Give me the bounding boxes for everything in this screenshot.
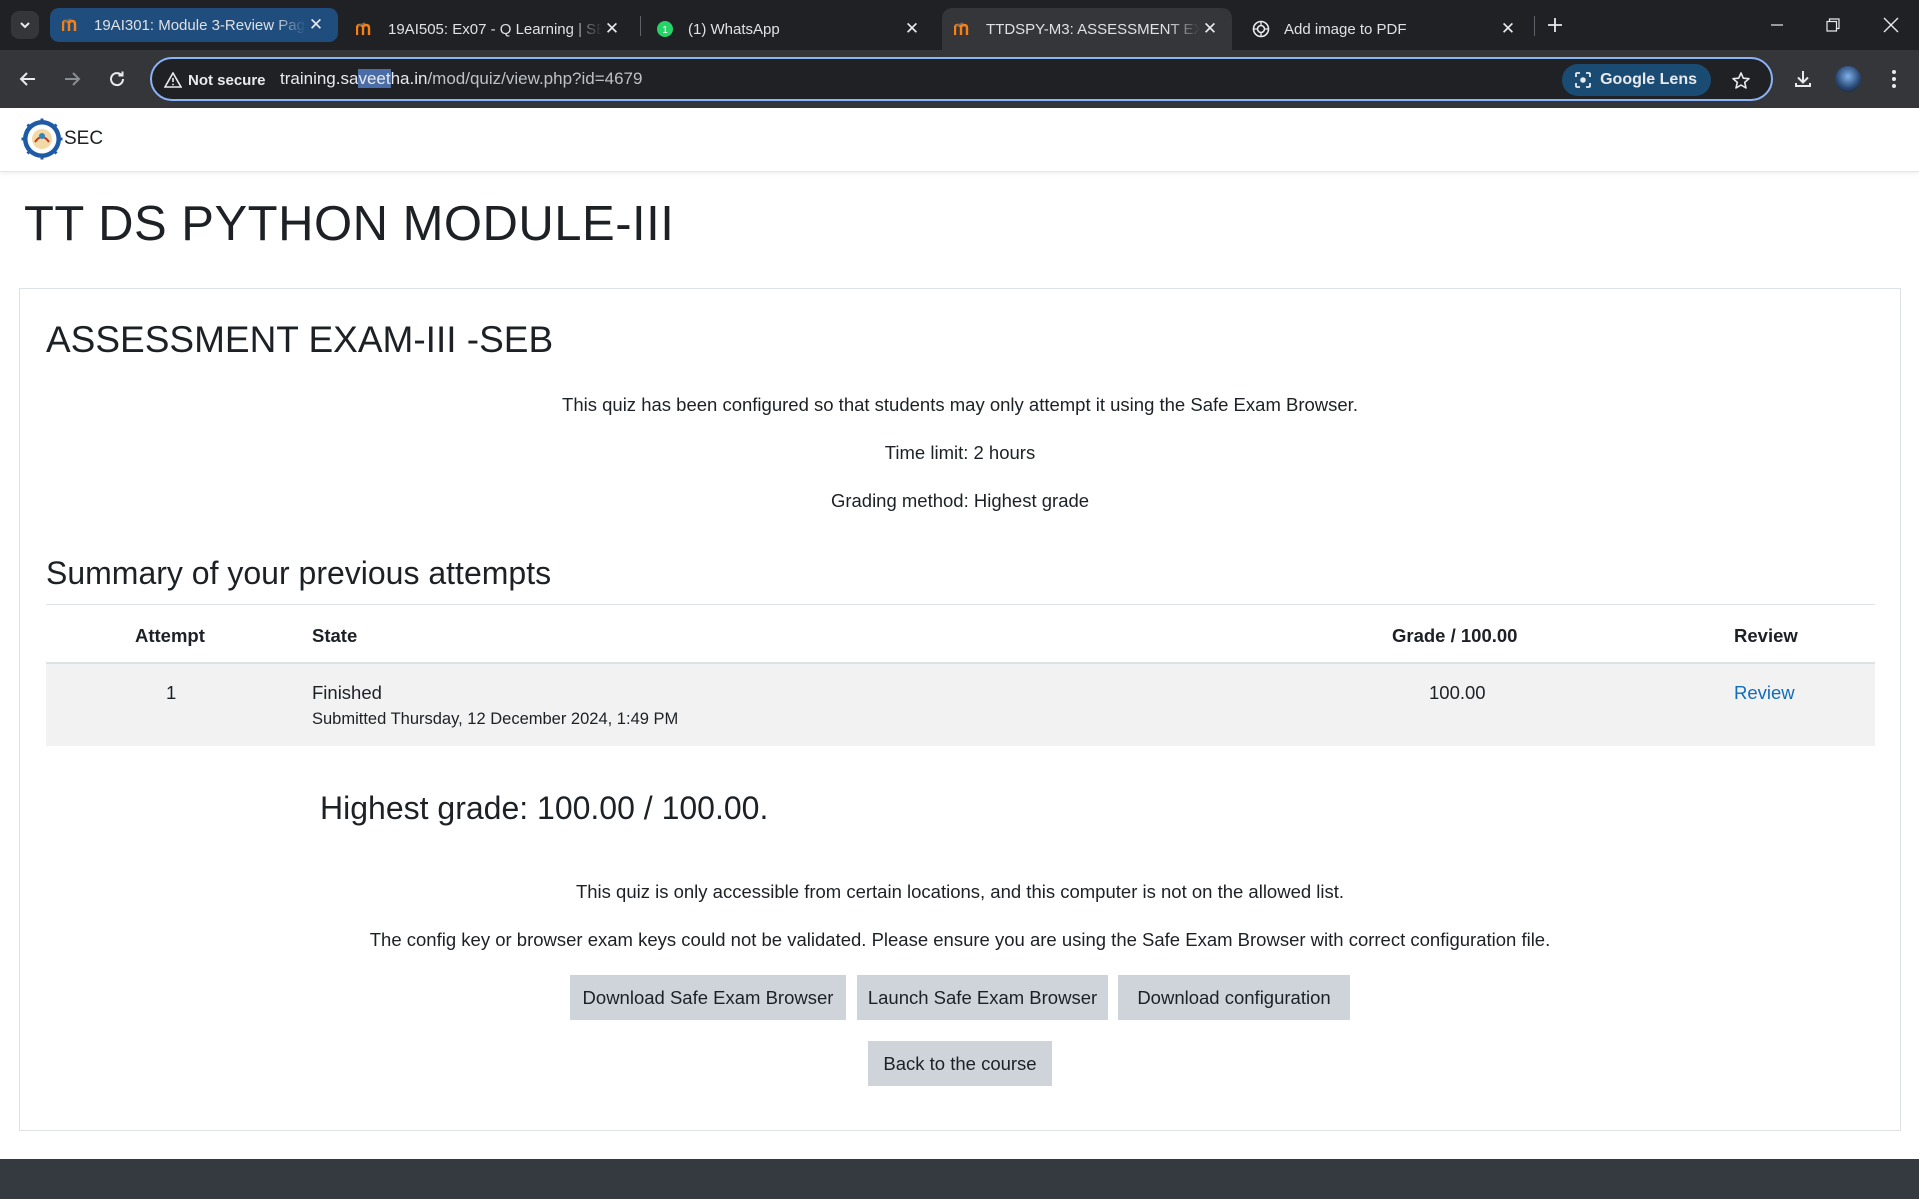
time-limit: Time limit: 2 hours — [884, 442, 1036, 463]
download-configuration-button[interactable]: Download configuration — [1118, 975, 1350, 1020]
star-icon — [1732, 72, 1750, 89]
attempt-number: 1 — [166, 682, 177, 703]
column-header-state: State — [312, 625, 358, 646]
download-icon — [1795, 71, 1811, 87]
quiz-card: ASSESSMENT EXAM-III -SEB This quiz has b… — [19, 288, 1901, 1131]
minimize-button[interactable] — [1749, 0, 1805, 50]
browser-tab[interactable]: 1 (1) WhatsApp ✕ — [644, 8, 934, 50]
arrow-right-icon — [65, 72, 81, 86]
moodle-icon — [954, 20, 972, 38]
review-link[interactable]: Review — [1734, 682, 1795, 704]
arrow-left-icon — [19, 72, 35, 86]
highest-grade: Highest grade: 100.00 / 100.00. — [320, 790, 769, 826]
url-host-end: ha.in — [390, 69, 428, 88]
downloads-button[interactable] — [1787, 63, 1819, 95]
attempts-table: Attempt State Grade / 100.00 Review 1 Fi… — [46, 604, 1875, 746]
avatar — [1835, 66, 1861, 92]
attempt-submitted-time: Submitted Thursday, 12 December 2024, 1:… — [312, 710, 679, 728]
lens-icon — [1575, 72, 1591, 88]
reload-icon — [110, 71, 125, 87]
moodle-icon — [356, 20, 374, 38]
reload-button[interactable] — [101, 63, 133, 95]
seb-required-notice: This quiz has been configured so that st… — [562, 394, 1358, 415]
page-footer — [0, 1159, 1919, 1199]
url-text[interactable]: training.saveetha.in/mod/quiz/view.php?i… — [280, 69, 642, 89]
browser-tab[interactable]: 19AI505: Ex07 - Q Learning | SE ✕ — [344, 8, 634, 50]
url-path: /mod/quiz/view.php?id=4679 — [427, 69, 643, 88]
course-title: TT DS PYTHON MODULE-III — [24, 197, 675, 251]
tab-separator — [640, 16, 641, 36]
restore-icon — [1826, 18, 1840, 32]
location-restriction-notice: This quiz is only accessible from certai… — [575, 881, 1345, 902]
quiz-name: ASSESSMENT EXAM-III -SEB — [46, 319, 554, 360]
college-logo-icon[interactable] — [21, 118, 63, 160]
close-icon — [1883, 17, 1899, 33]
attempts-summary-heading: Summary of your previous attempts — [46, 555, 552, 591]
column-header-review: Review — [1734, 625, 1798, 646]
close-icon[interactable]: ✕ — [602, 19, 622, 39]
new-tab-button[interactable] — [1541, 11, 1569, 39]
forward-button[interactable] — [56, 63, 88, 95]
more-vert-icon — [1892, 70, 1896, 88]
site-brand-name[interactable]: SEC — [64, 128, 103, 150]
security-chip[interactable]: Not secure — [164, 68, 266, 92]
grading-method: Grading method: Highest grade — [830, 490, 1090, 511]
url-host-start: training.sa — [280, 69, 359, 88]
url-selection: veet — [358, 69, 391, 88]
close-window-button[interactable] — [1863, 0, 1919, 50]
back-to-course-button[interactable]: Back to the course — [868, 1041, 1052, 1086]
tab-separator — [1534, 16, 1535, 36]
download-seb-button[interactable]: Download Safe Exam Browser — [570, 975, 846, 1020]
close-icon[interactable]: ✕ — [1498, 19, 1518, 39]
attempt-state: Finished — [312, 682, 382, 703]
address-bar[interactable]: Not secure training.saveetha.in/mod/quiz… — [150, 57, 1773, 101]
tab-title: 19AI505: Ex07 - Q Learning | SE — [388, 20, 602, 38]
site-navbar: SEC — [0, 108, 1919, 172]
tab-title: 19AI301: Module 3-Review Page — [94, 16, 306, 34]
config-key-notice: The config key or browser exam keys coul… — [369, 929, 1551, 950]
tab-title: Add image to PDF — [1284, 20, 1407, 38]
tab-title: (1) WhatsApp — [688, 20, 780, 38]
close-icon[interactable]: ✕ — [1200, 19, 1220, 39]
openai-icon — [1252, 20, 1270, 38]
browser-tab[interactable]: Add image to PDF ✕ — [1240, 8, 1530, 50]
profile-button[interactable] — [1832, 63, 1864, 95]
google-lens-button[interactable]: Google Lens — [1562, 64, 1711, 96]
tab-search-button[interactable] — [11, 11, 39, 39]
tab-title: TTDSPY-M3: ASSESSMENT EXAM — [986, 20, 1200, 38]
security-label: Not secure — [188, 71, 266, 89]
svg-text:1: 1 — [662, 25, 668, 36]
whatsapp-icon: 1 — [656, 20, 674, 38]
browser-menu-button[interactable] — [1878, 63, 1910, 95]
moodle-icon — [62, 16, 80, 34]
column-header-grade: Grade / 100.00 — [1392, 625, 1518, 646]
chevron-down-icon — [20, 22, 30, 29]
lens-label: Google Lens — [1600, 71, 1697, 88]
restore-button[interactable] — [1805, 0, 1861, 50]
plus-icon — [1548, 18, 1562, 32]
bookmark-button[interactable] — [1727, 67, 1755, 95]
browser-tab-active[interactable]: TTDSPY-M3: ASSESSMENT EXAM ✕ — [942, 8, 1232, 50]
minimize-icon — [1771, 24, 1783, 26]
close-icon[interactable]: ✕ — [306, 15, 326, 35]
launch-seb-button[interactable]: Launch Safe Exam Browser — [857, 975, 1108, 1020]
back-button[interactable] — [12, 63, 44, 95]
table-header: Attempt State Grade / 100.00 Review — [46, 605, 1875, 664]
column-header-attempt: Attempt — [135, 625, 205, 646]
browser-toolbar: Not secure training.saveetha.in/mod/quiz… — [0, 50, 1919, 108]
browser-tab-strip: 19AI301: Module 3-Review Page ✕ 19AI505:… — [0, 0, 1919, 50]
warning-icon — [164, 72, 182, 88]
close-icon[interactable]: ✕ — [902, 19, 922, 39]
table-row: 1 Finished Submitted Thursday, 12 Decemb… — [46, 664, 1875, 746]
attempt-grade: 100.00 — [1429, 682, 1486, 703]
browser-tab[interactable]: 19AI301: Module 3-Review Page ✕ — [50, 8, 338, 42]
